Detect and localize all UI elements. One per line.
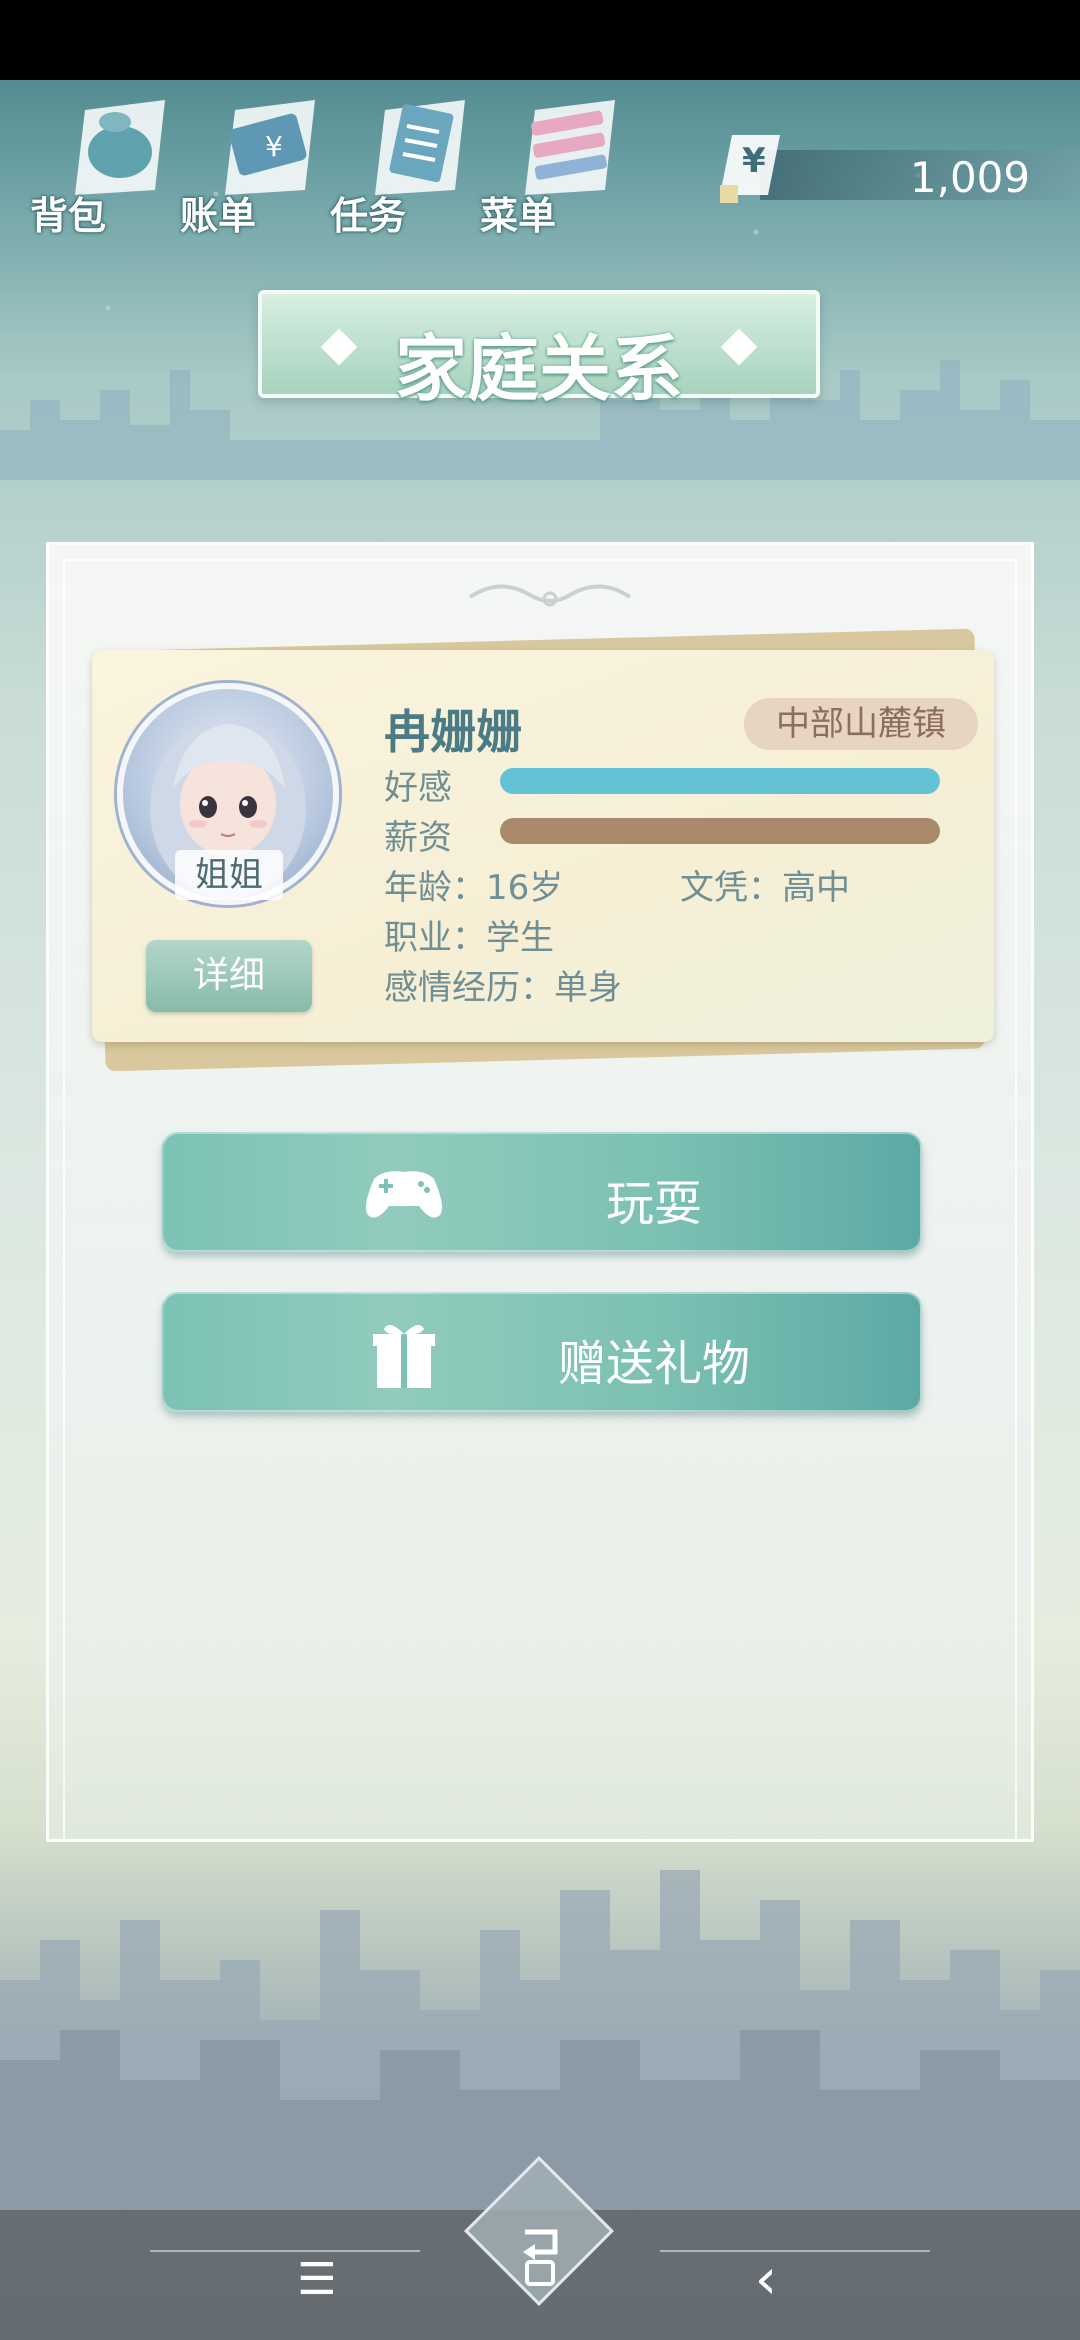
nav-task-label: 任务 xyxy=(330,194,407,238)
nav-bill[interactable]: ¥ 账单 xyxy=(180,90,330,238)
money-display: ¥ 1,009 xyxy=(690,135,1080,240)
romance-label: 感情经历： xyxy=(384,968,554,1008)
salary-label: 薪资 xyxy=(384,818,452,858)
bill-icon: ¥ xyxy=(225,100,315,195)
play-label: 玩耍 xyxy=(605,1176,702,1232)
nav-bill-label: 账单 xyxy=(180,194,257,238)
age-value: 16岁 xyxy=(486,868,564,908)
menu-icon xyxy=(525,100,615,195)
romance-info: 感情经历：单身 xyxy=(384,960,622,1009)
job-value: 学生 xyxy=(486,918,554,958)
back-key-icon[interactable]: ‹ xyxy=(736,2250,796,2310)
money-value: 1,009 xyxy=(909,153,1031,202)
currency-symbol: ¥ xyxy=(742,141,766,181)
give-gift-label: 赠送礼物 xyxy=(557,1336,750,1392)
play-button[interactable]: 玩耍 xyxy=(162,1132,922,1252)
nav-task[interactable]: 任务 xyxy=(330,90,480,238)
location-badge: 中部山麓镇 xyxy=(744,698,978,750)
gamepad-icon xyxy=(365,1171,443,1218)
age-label: 年龄： xyxy=(384,868,486,908)
status-bar xyxy=(0,0,1080,80)
city-skyline-bottom xyxy=(0,1870,1080,2210)
nav-bag-label: 背包 xyxy=(30,194,107,238)
menu-key-icon[interactable]: ☰ xyxy=(287,2250,347,2310)
job-label: 职业： xyxy=(384,918,486,958)
give-gift-button[interactable]: 赠送礼物 xyxy=(162,1292,922,1412)
salary-bar xyxy=(500,818,940,844)
age-info: 年龄：16岁 xyxy=(384,860,563,909)
affection-label: 好感 xyxy=(384,768,452,808)
salary-bar-fill xyxy=(500,818,940,844)
nav-menu[interactable]: 菜单 xyxy=(480,90,630,238)
affection-bar xyxy=(500,768,940,794)
role-tag: 姐姐 xyxy=(175,850,283,900)
ornament-divider xyxy=(468,584,632,607)
page-title-plate: 家庭关系 xyxy=(258,290,820,411)
romance-value: 单身 xyxy=(554,968,622,1008)
top-nav: 背包 ¥ 账单 任务 菜单 ¥ 1,009 xyxy=(0,80,1080,240)
education-value: 高中 xyxy=(782,868,850,908)
task-icon xyxy=(375,100,465,195)
bag-icon xyxy=(75,100,165,195)
page-title: 家庭关系 xyxy=(394,327,683,411)
character-name: 冉姗姗 xyxy=(384,705,522,759)
education-info: 文凭：高中 xyxy=(680,860,850,909)
detail-button[interactable]: 详细 xyxy=(146,940,312,1012)
affection-bar-fill xyxy=(500,768,940,794)
nav-deco-left xyxy=(150,2250,420,2252)
job-info: 职业：学生 xyxy=(384,910,554,959)
nav-bag[interactable]: 背包 xyxy=(30,90,180,238)
svg-text:¥: ¥ xyxy=(265,130,283,163)
education-label: 文凭： xyxy=(680,868,782,908)
home-icon[interactable] xyxy=(505,2222,575,2292)
nav-menu-label: 菜单 xyxy=(480,194,557,238)
gift-icon xyxy=(373,1325,435,1388)
